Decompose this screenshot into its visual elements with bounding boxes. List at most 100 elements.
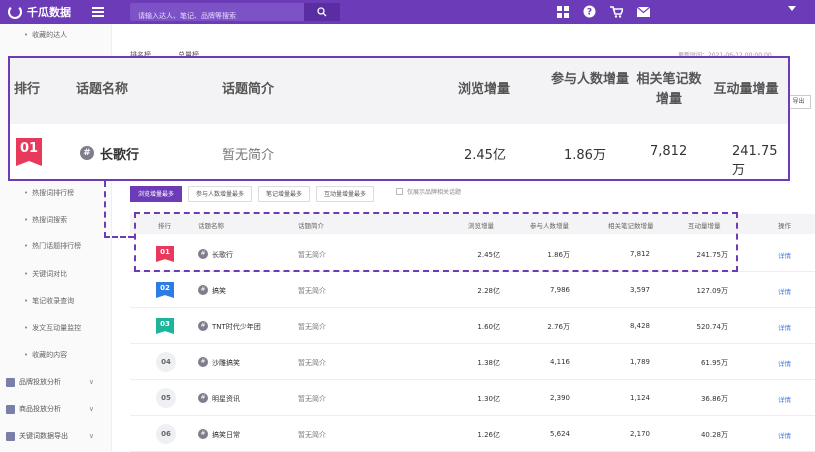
interactions-value: 520.74万 — [696, 323, 729, 331]
export-icon — [6, 431, 15, 441]
notes-value: 2,170 — [629, 430, 650, 438]
product-icon — [6, 404, 15, 414]
sidebar-item-hot-search[interactable]: 热搜词搜索 — [24, 215, 67, 225]
detail-link[interactable]: 详情 — [778, 322, 791, 332]
detail-link[interactable]: 详情 — [778, 394, 791, 404]
highlight-box — [134, 212, 738, 272]
tab-participants-increase[interactable]: 参与人数增量最多 — [188, 186, 253, 202]
table-row[interactable]: 03 # TNT时代少年团 暂无简介 1.60亿 2.76万 8,428 520… — [130, 310, 815, 344]
zoom-col-notes: 相关笔记数增量 — [636, 72, 702, 107]
zoom-col-interactions: 互动量增量 — [713, 82, 779, 97]
table-row[interactable]: 05 # 明星资讯 暂无简介 1.30亿 2,390 1,124 36.86万 … — [130, 382, 815, 416]
zoom-row: 01 # 长歌行 暂无简介 2.45亿 1.86万 7,812 241.75万 — [10, 124, 788, 179]
chevron-down-icon: ∨ — [88, 405, 94, 413]
table-row[interactable]: 06 # 搞笑日常 暂无简介 1.26亿 5,624 2,170 40.28万 … — [130, 418, 815, 452]
sidebar-item-favorite-influencers[interactable]: 收藏的达人 — [24, 30, 67, 40]
zoom-col-topic-intro: 话题简介 — [222, 82, 275, 97]
detail-link[interactable]: 详情 — [778, 430, 791, 440]
sidebar-item-keyword-compare[interactable]: 关键词对比 — [24, 269, 67, 279]
zoom-header: 排行 话题名称 话题简介 浏览增量 参与人数增量 相关笔记数增量 互动量增量 — [10, 58, 788, 124]
zoom-topic-name: 长歌行 — [100, 148, 140, 163]
chevron-down-icon: ∨ — [88, 378, 94, 386]
participants-value: 5,624 — [549, 430, 570, 438]
brand-filter-label: 仅展示品牌相关话题 — [407, 189, 462, 196]
tab-views-increase[interactable]: 浏览增量最多 — [130, 186, 183, 202]
interactions-value: 40.28万 — [700, 431, 728, 439]
sidebar-group-brand-analysis[interactable]: 品牌投放分析 ∨ — [6, 377, 104, 387]
sidebar-item-note-indexing[interactable]: 笔记收录查询 — [24, 296, 74, 306]
detail-link[interactable]: 详情 — [778, 286, 791, 296]
participants-value: 7,986 — [549, 286, 570, 294]
notes-value: 1,789 — [629, 358, 650, 366]
interactions-value: 36.86万 — [700, 395, 728, 403]
zoom-participants-value: 1.86万 — [564, 148, 606, 163]
hash-icon: # — [198, 393, 208, 403]
search-button[interactable] — [304, 3, 340, 21]
interactions-value: 127.09万 — [696, 287, 729, 295]
mail-icon[interactable] — [637, 5, 650, 18]
search-input[interactable] — [130, 7, 300, 25]
topic-intro: 暂无简介 — [298, 431, 326, 439]
svg-text:?: ? — [587, 8, 592, 18]
sidebar-group-label: 品牌投放分析 — [19, 378, 61, 386]
sidebar-group-product-analysis[interactable]: 商品投放分析 ∨ — [6, 404, 104, 414]
topic-name[interactable]: 搞笑 — [212, 286, 226, 296]
sidebar-group-keyword-export[interactable]: 关键词数据导出 ∨ — [6, 431, 104, 441]
views-value: 1.26亿 — [477, 431, 500, 439]
app-logo[interactable]: 千瓜数据 — [8, 4, 71, 20]
search-box — [130, 3, 340, 25]
cart-icon[interactable] — [610, 5, 623, 18]
rank-badge: 02 — [156, 282, 174, 298]
topic-intro: 暂无简介 — [298, 359, 326, 367]
views-value: 1.30亿 — [477, 395, 500, 403]
topic-name[interactable]: 搞笑日常 — [212, 430, 240, 440]
col-action: 操作 — [778, 222, 791, 230]
zoom-rank-badge: 01 — [16, 138, 42, 166]
topic-name[interactable]: 沙雕搞笑 — [212, 358, 240, 368]
rank-number: 04 — [156, 352, 176, 372]
sidebar-item-favorite-content[interactable]: 收藏的内容 — [24, 350, 67, 360]
tab-notes-increase[interactable]: 笔记增量最多 — [258, 186, 311, 202]
sidebar-group-label: 商品投放分析 — [19, 405, 61, 413]
participants-value: 2.76万 — [547, 323, 570, 331]
sidebar-item-interaction-monitor[interactable]: 发文互动量监控 — [24, 323, 81, 333]
app-title: 千瓜数据 — [27, 6, 71, 19]
views-value: 1.38亿 — [477, 359, 500, 367]
views-value: 1.60亿 — [477, 323, 500, 331]
detail-link[interactable]: 详情 — [778, 358, 791, 368]
rank-number: 06 — [156, 424, 176, 444]
chart-icon — [6, 377, 15, 387]
top-bar: 千瓜数据 ? — [0, 0, 815, 25]
topic-name[interactable]: TNT时代少年团 — [212, 322, 261, 332]
help-icon[interactable]: ? — [583, 5, 596, 18]
zoom-col-participants: 参与人数增量 — [550, 72, 629, 87]
topic-name[interactable]: 明星资讯 — [212, 394, 240, 404]
zoom-col-views: 浏览增量 — [458, 82, 511, 97]
logo-icon — [8, 5, 22, 19]
table-row[interactable]: 02 # 搞笑 暂无简介 2.28亿 7,986 3,597 127.09万 详… — [130, 274, 815, 308]
menu-icon[interactable] — [92, 5, 104, 17]
topic-intro: 暂无简介 — [298, 395, 326, 403]
sidebar-item-hot-topic-ranking[interactable]: 热门话题排行榜 — [24, 241, 81, 251]
notes-value: 3,597 — [629, 286, 650, 294]
notes-value: 1,124 — [629, 394, 650, 402]
apps-icon[interactable] — [556, 5, 569, 18]
zoom-topic-intro: 暂无简介 — [222, 148, 275, 163]
brand-filter-checkbox[interactable] — [396, 188, 403, 195]
zoom-interactions-value: 241.75万 — [732, 144, 778, 178]
search-icon — [317, 7, 327, 17]
table-row[interactable]: 04 # 沙雕搞笑 暂无简介 1.38亿 4,116 1,789 61.95万 … — [130, 346, 815, 380]
hash-icon: # — [198, 357, 208, 367]
chevron-down-icon: ∨ — [88, 432, 94, 440]
sidebar-group-label: 关键词数据导出 — [19, 432, 68, 440]
tab-interactions-increase[interactable]: 互动量增量最多 — [316, 186, 375, 202]
participants-value: 4,116 — [549, 358, 570, 366]
user-menu-caret-icon[interactable] — [788, 6, 796, 11]
hash-icon: # — [198, 321, 208, 331]
rank-number: 05 — [156, 388, 176, 408]
zoom-col-topic-name: 话题名称 — [76, 82, 129, 97]
detail-link[interactable]: 详情 — [778, 250, 791, 260]
sidebar-item-hot-search-ranking[interactable]: 热搜词排行榜 — [24, 188, 74, 198]
topic-intro: 暂无简介 — [298, 323, 326, 331]
brand-filter[interactable]: 仅展示品牌相关话题 — [396, 187, 461, 196]
